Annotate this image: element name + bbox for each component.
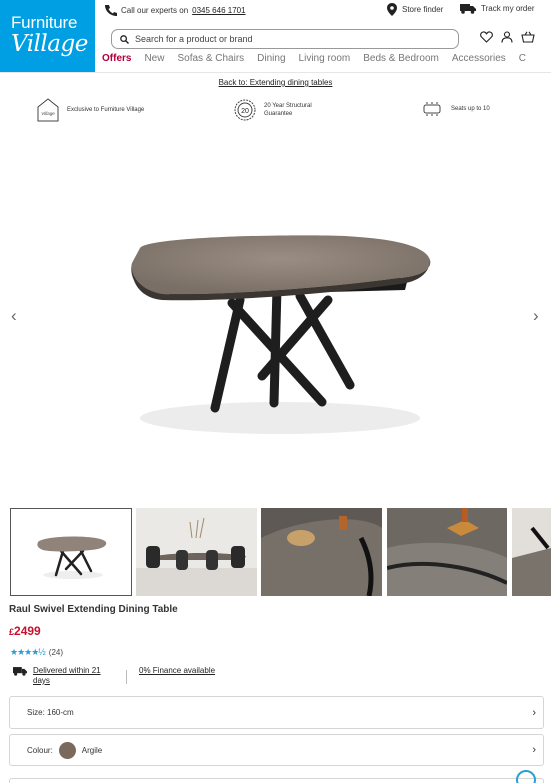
store-finder-label: Store finder	[402, 5, 444, 14]
chat-icon[interactable]	[516, 770, 536, 783]
review-count: (24)	[48, 648, 64, 657]
thumbnail-partial-image	[512, 508, 551, 596]
nav-item-offers[interactable]: Offers	[102, 53, 131, 64]
finance-link[interactable]: 0% Finance available	[139, 666, 215, 675]
usp-exclusive: Village Exclusive to Furniture Village	[37, 98, 144, 122]
nav-item-beds-bedroom[interactable]: Beds & Bedroom	[363, 53, 439, 64]
colour-label: Colour:	[27, 745, 53, 755]
20-year-guarantee-icon: 20	[234, 99, 256, 121]
product-title: Raul Swivel Extending Dining Table	[9, 604, 178, 615]
call-experts: Call our experts on 0345 646 1701	[104, 4, 246, 16]
rating-stars-icon: ★★★★½	[10, 647, 46, 657]
header-icons	[480, 31, 535, 43]
main-navigation: Offers New Sofas & Chairs Dining Living …	[102, 53, 526, 64]
usp-exclusive-text: Exclusive to Furniture Village	[67, 107, 145, 113]
search-input[interactable]: Search for a product or brand	[111, 29, 459, 49]
product-main-image[interactable]: ‹ ›	[0, 128, 551, 503]
wishlist-heart-icon[interactable]	[480, 31, 493, 43]
size-label: Size: 160-cm	[27, 708, 74, 717]
track-order-link[interactable]: Track my order	[460, 3, 535, 14]
exclusive-badge-icon: Village	[37, 98, 59, 122]
usp-guarantee: 20 20 Year Structural Guarantee	[234, 99, 326, 121]
thumbnail-3[interactable]	[261, 508, 382, 596]
logo-line2: Village	[11, 31, 88, 57]
delivery-text: Delivered within 21 days	[33, 666, 101, 685]
price-value: 2499	[14, 624, 41, 638]
thumbnail-1[interactable]	[10, 508, 132, 596]
back-link[interactable]: Back to: Extending dining tables	[219, 78, 333, 87]
product-rating[interactable]: ★★★★½ (24)	[10, 647, 63, 658]
thumbnail-4[interactable]	[387, 508, 507, 596]
logo-line1: Furniture	[11, 13, 78, 32]
delivery-truck-icon	[460, 4, 476, 14]
search-placeholder: Search for a product or brand	[135, 34, 253, 44]
chevron-right-icon: ›	[532, 706, 536, 719]
nav-item-sofas-chairs[interactable]: Sofas & Chairs	[177, 53, 244, 64]
svg-text:Village: Village	[41, 111, 55, 116]
guarantee-badge-number: 20	[241, 108, 249, 115]
phone-icon	[105, 5, 117, 16]
basket-icon[interactable]	[521, 31, 535, 43]
nav-item-dining[interactable]: Dining	[257, 53, 285, 64]
colour-value: Argile	[81, 745, 103, 755]
usp-guarantee-text: 20 Year Structural Guarantee	[264, 103, 312, 117]
furniture-village-logo[interactable]: Furniture Village	[0, 0, 95, 72]
thumbnail-surface-image	[387, 508, 507, 596]
nav-item-new[interactable]: New	[144, 53, 164, 64]
store-finder-link[interactable]: Store finder	[387, 3, 443, 16]
next-option-row[interactable]	[9, 778, 544, 783]
usp-seats: Seats up to 10	[421, 102, 490, 116]
product-price: £2499	[9, 624, 41, 638]
track-order-label: Track my order	[481, 4, 535, 13]
gallery-prev-arrow[interactable]: ‹	[11, 306, 17, 326]
nav-divider	[0, 72, 551, 73]
colour-selector[interactable]: Colour: Argile ›	[9, 734, 544, 766]
account-icon[interactable]	[501, 31, 513, 43]
thumbnail-room-image	[136, 508, 257, 596]
usp-seats-text: Seats up to 10	[451, 106, 490, 112]
top-bar: Call our experts on 0345 646 1701 Store …	[100, 0, 551, 22]
colour-swatch	[58, 741, 76, 759]
usp-bar: Village Exclusive to Furniture Village 2…	[0, 98, 551, 124]
chevron-right-icon: ›	[532, 744, 536, 756]
dining-table-image	[131, 235, 431, 434]
nav-item-more[interactable]: C	[519, 53, 526, 64]
size-selector[interactable]: Size: 160-cm ›	[9, 696, 544, 729]
call-prefix: Call our experts on	[121, 5, 189, 15]
delivery-truck-icon	[13, 667, 27, 676]
thumbnail-2[interactable]	[136, 508, 257, 596]
thumbnail-closeup-image	[261, 508, 382, 596]
breadcrumb: Back to: Extending dining tables	[0, 78, 551, 87]
table-seats-icon	[423, 102, 441, 116]
phone-number-link[interactable]: 0345 646 1701	[192, 6, 245, 15]
nav-item-accessories[interactable]: Accessories	[452, 53, 506, 64]
delivery-info[interactable]: Delivered within 21 days	[13, 666, 113, 686]
thumbnail-5[interactable]	[512, 508, 551, 596]
location-pin-icon	[387, 3, 397, 16]
search-icon	[120, 34, 129, 44]
gallery-next-arrow[interactable]: ›	[533, 306, 539, 326]
thumbnail-table-image	[37, 536, 107, 579]
info-divider	[126, 670, 127, 684]
nav-item-living-room[interactable]: Living room	[299, 53, 351, 64]
thumbnail-strip	[0, 508, 551, 598]
